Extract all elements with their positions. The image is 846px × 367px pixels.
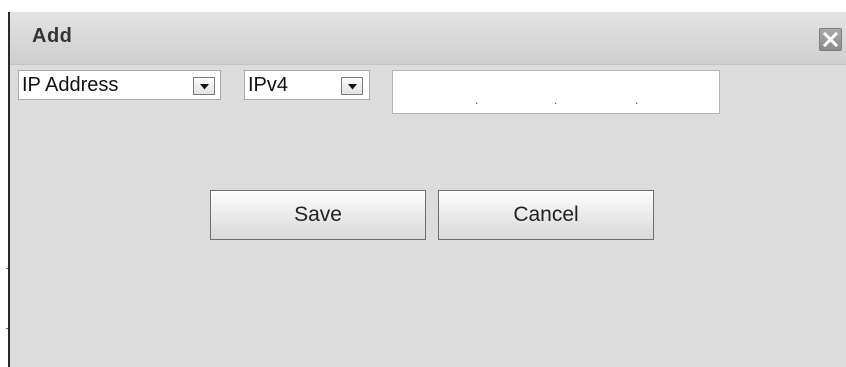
ip-version-select[interactable]: IPv4 — [244, 70, 370, 100]
ip-separator: . — [635, 93, 639, 107]
address-type-select[interactable]: IP Address — [18, 70, 221, 100]
ip-version-value: IPv4 — [248, 74, 289, 96]
address-type-value: IP Address — [22, 74, 119, 96]
top-strip — [0, 0, 846, 12]
address-type-dropdown-button[interactable] — [193, 77, 215, 95]
close-icon — [823, 32, 838, 47]
dialog-titlebar: Add — [10, 12, 846, 65]
save-button[interactable]: Save — [210, 190, 426, 240]
cancel-button[interactable]: Cancel — [438, 190, 654, 240]
page: Add IP Address IPv4 . . . Save Cancel — [0, 0, 846, 367]
ip-separator: . — [554, 93, 558, 107]
ip-address-input[interactable]: . . . — [392, 70, 720, 114]
add-dialog: Add IP Address IPv4 . . . Save Cancel — [8, 12, 846, 367]
chevron-down-icon — [348, 84, 357, 90]
ip-version-dropdown-button[interactable] — [341, 77, 363, 95]
dialog-title: Add — [32, 25, 73, 47]
chevron-down-icon — [200, 84, 209, 90]
ip-separator: . — [475, 93, 479, 107]
close-button[interactable] — [819, 28, 842, 51]
left-edge — [0, 0, 8, 367]
